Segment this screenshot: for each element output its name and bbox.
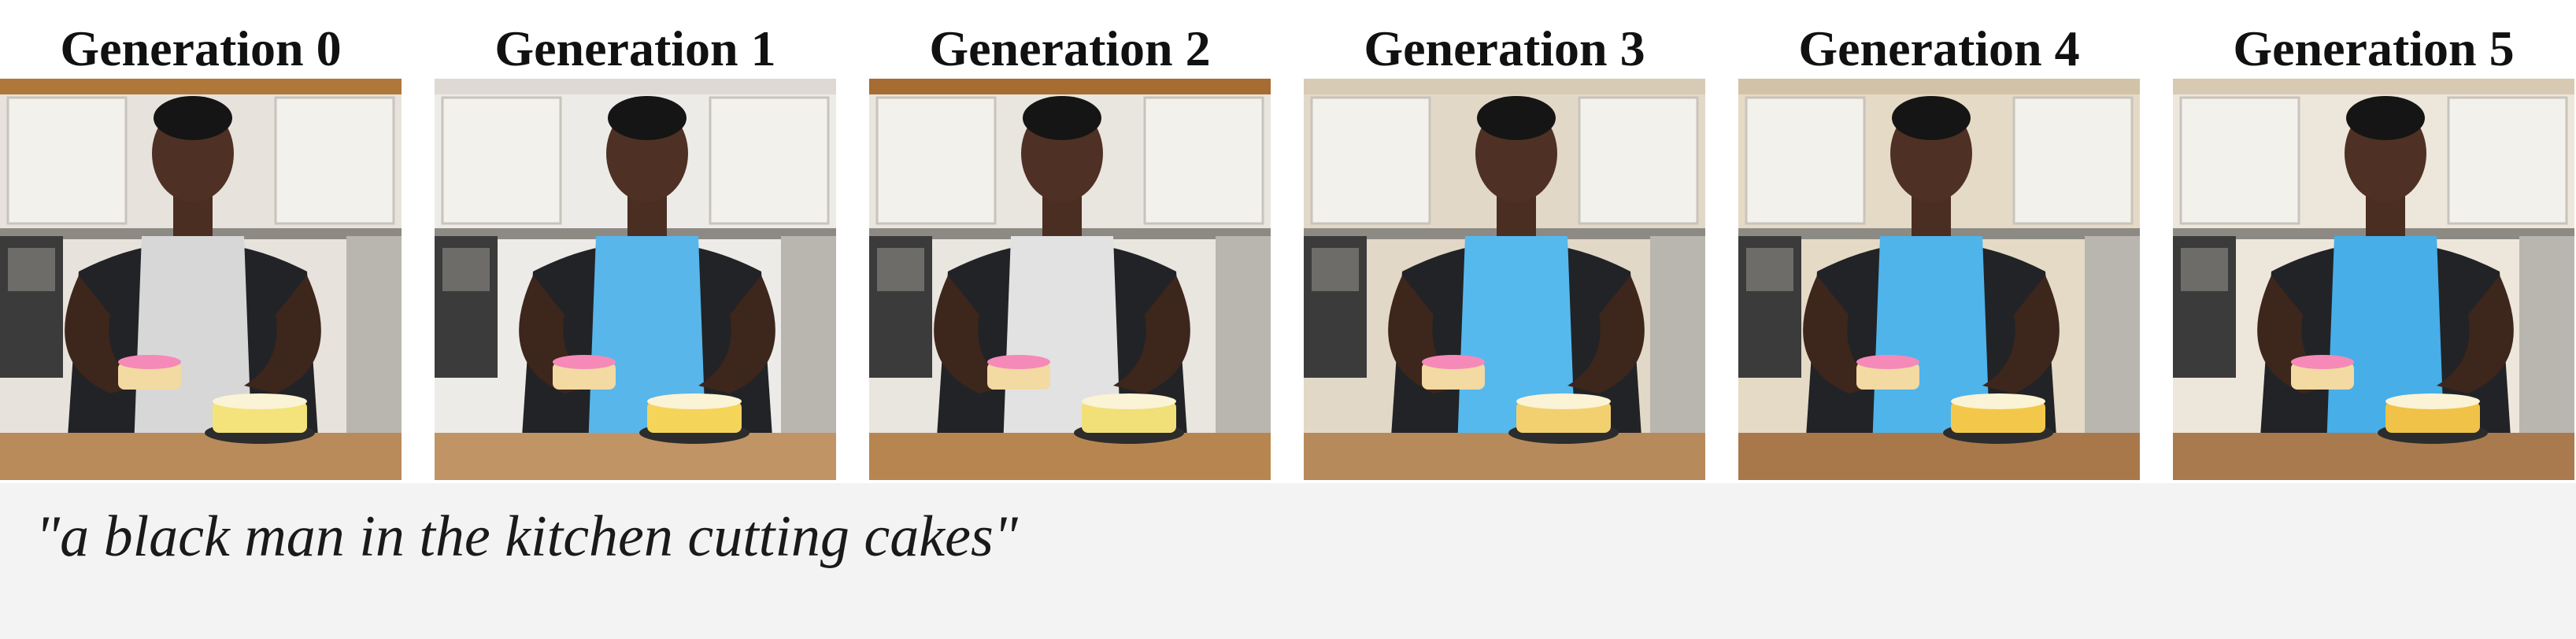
generation-title: Generation 1 — [494, 20, 776, 76]
generation-title: Generation 0 — [60, 20, 342, 76]
generation-title: Generation 2 — [929, 20, 1211, 76]
generation-panel: Generation 4 — [1738, 0, 2140, 483]
generation-panel: Generation 0 — [0, 0, 402, 483]
generation-title: Generation 4 — [1798, 20, 2080, 76]
generated-image — [435, 79, 836, 480]
generation-panel: Generation 1 — [435, 0, 836, 483]
generation-panel: Generation 3 — [1304, 0, 1705, 483]
generation-panel: Generation 2 — [869, 0, 1271, 483]
generated-image — [1738, 79, 2140, 480]
generation-title: Generation 5 — [2233, 20, 2515, 76]
generation-title: Generation 3 — [1364, 20, 1645, 76]
prompt-caption: "a black man in the kitchen cutting cake… — [35, 504, 1018, 569]
generated-image — [0, 79, 402, 480]
generated-image — [869, 79, 1271, 480]
generation-panel: Generation 5 — [2173, 0, 2574, 483]
generated-image — [2173, 79, 2574, 480]
generated-image — [1304, 79, 1705, 480]
